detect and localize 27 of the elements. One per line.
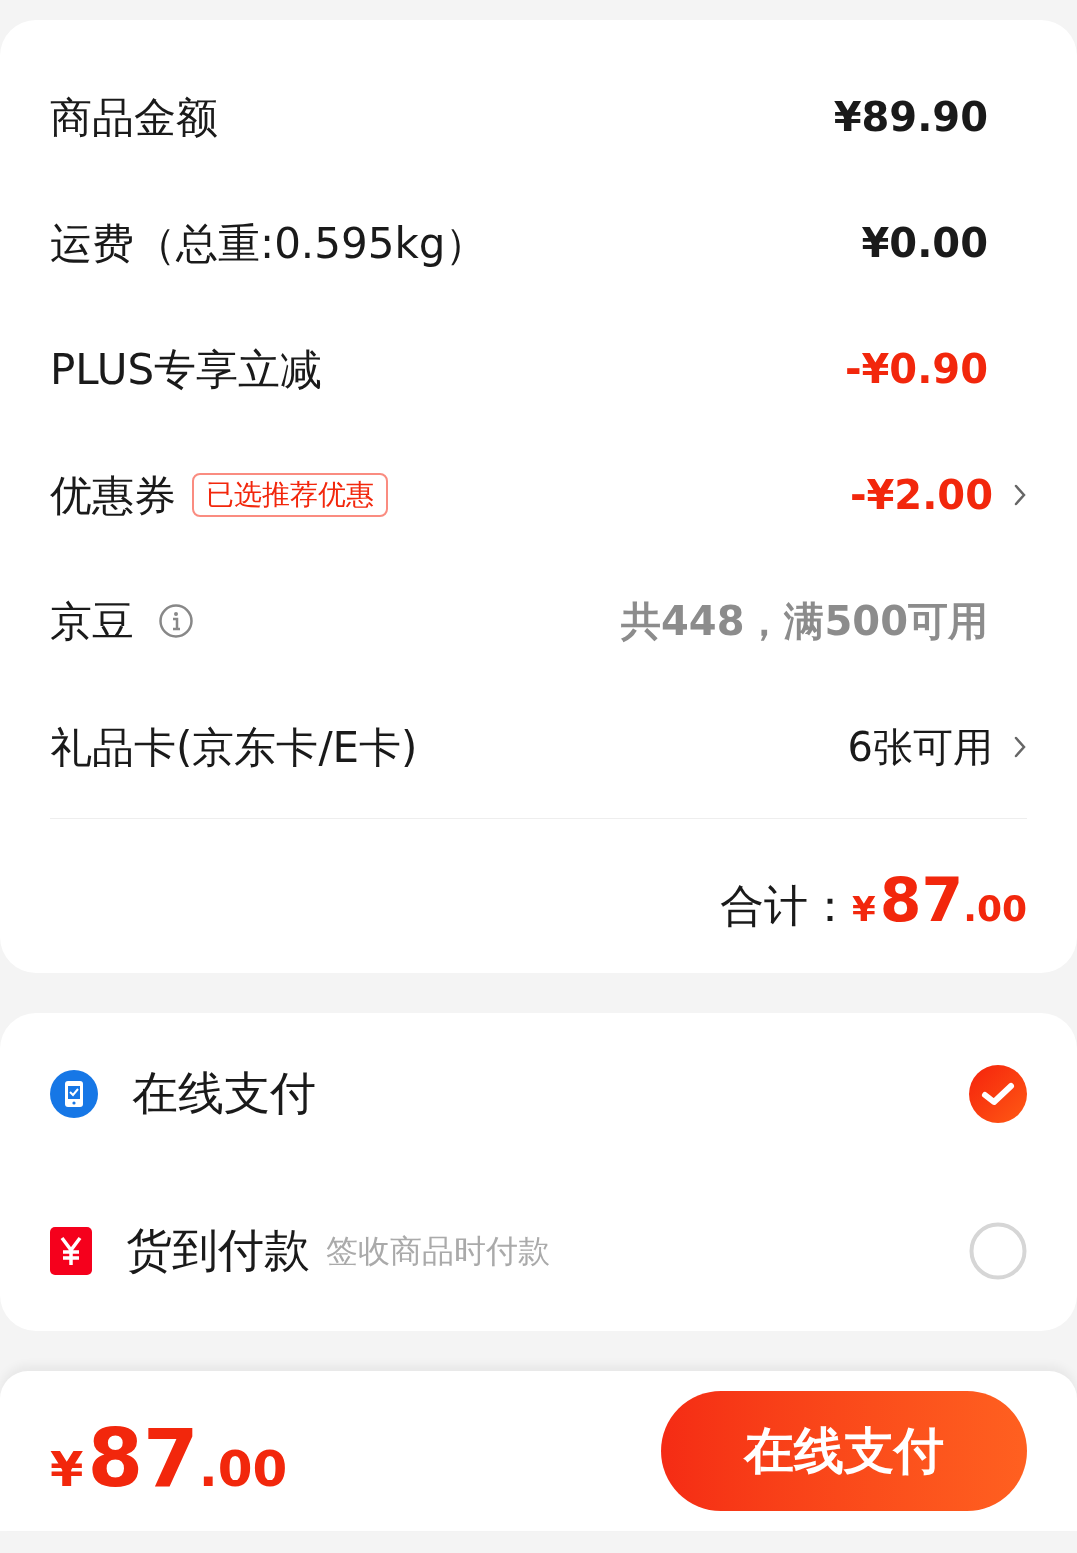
row-value[interactable]: -¥2.00 <box>849 465 993 525</box>
payment-note: 签收商品时付款 <box>326 1230 550 1272</box>
payment-option[interactable]: 在线支付 <box>132 1059 316 1128</box>
footer-total: ¥87.00 <box>50 1411 288 1507</box>
total-amount: ¥87.00 <box>852 864 1027 937</box>
total-label: 合计： <box>720 879 853 933</box>
row-value: ¥89.90 <box>833 93 988 142</box>
row-value: 共448，满500可用 <box>621 597 988 646</box>
row-value: ¥0.00 <box>861 219 988 268</box>
row-value[interactable]: 6张可用 <box>847 717 993 777</box>
row-label: 礼品卡(京东卡/E卡) <box>50 721 418 774</box>
row-label: 优惠券 <box>50 469 176 522</box>
phone-check-icon <box>50 1069 98 1118</box>
pay-button[interactable]: 在线支付 <box>661 1391 1027 1511</box>
coupon-tag: 已选推荐优惠 <box>192 473 388 517</box>
info-icon[interactable] <box>158 603 194 639</box>
row-label: 商品金额 <box>50 91 218 144</box>
chevron-icon <box>1013 734 1027 760</box>
row-label: 京豆 <box>50 595 134 648</box>
row-label: PLUS专享立减 <box>50 343 323 396</box>
row-label: 运费（总重:0.595kg） <box>50 217 488 270</box>
chevron-icon <box>1013 482 1027 508</box>
radio-unchecked[interactable] <box>969 1221 1027 1280</box>
row-value: -¥0.90 <box>844 345 988 394</box>
radio-checked[interactable] <box>969 1064 1027 1123</box>
yuan-icon <box>50 1226 92 1275</box>
payment-option[interactable]: 货到付款 <box>126 1216 310 1285</box>
